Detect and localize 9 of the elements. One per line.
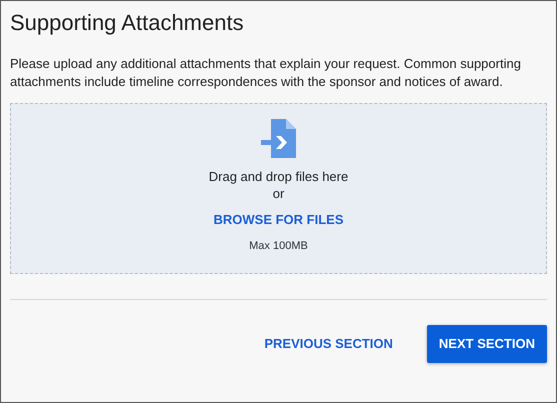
or-text: or xyxy=(272,185,284,202)
previous-button[interactable]: PREVIOUS SECTION xyxy=(254,326,403,362)
drop-prompt: Drag and drop files here xyxy=(208,168,348,185)
size-limit-text: Max 100MB xyxy=(249,238,308,254)
page-title: Supporting Attachments xyxy=(10,9,245,37)
next-button[interactable]: NEXT SECTION xyxy=(426,325,547,362)
browse-files-link[interactable]: BROWSE FOR FILES xyxy=(214,210,344,230)
description-text: Please upload any additional attachments that explain your request. Common supporting attachments include timeline correspondences with the sponsor and notices of award. xyxy=(10,55,522,91)
drop-zone[interactable]: Drag and drop files here or BROWSE FOR FILES Max 100MB xyxy=(10,103,547,274)
